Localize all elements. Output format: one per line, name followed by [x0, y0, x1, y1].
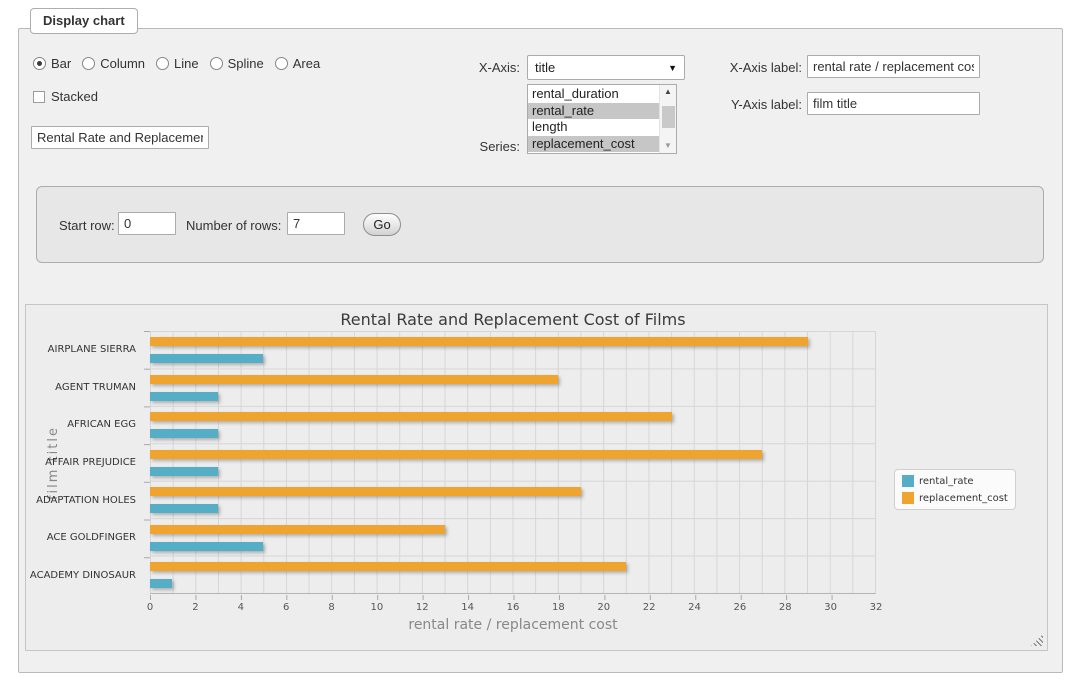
- radio-bar[interactable]: Bar: [33, 56, 71, 71]
- x-tick-label: 22: [643, 602, 656, 613]
- chart-container: Rental Rate and Replacement Cost of Film…: [25, 304, 1048, 651]
- radio-spline[interactable]: Spline: [210, 56, 264, 71]
- radio-area[interactable]: Area: [275, 56, 320, 71]
- chart-title-input[interactable]: [31, 126, 209, 149]
- bar-rental_rate: [150, 392, 218, 401]
- bar-rental_rate: [150, 504, 218, 513]
- category-label: ACADEMY DINOSAUR: [26, 556, 143, 594]
- bar-rental_rate: [150, 429, 218, 438]
- scroll-down-icon[interactable]: ▼: [660, 139, 676, 153]
- bar-replacement_cost: [150, 487, 581, 496]
- plot-area: [150, 331, 876, 594]
- chart-type-radios: Bar Column Line Spline Area: [33, 56, 320, 71]
- series-option-rental_duration[interactable]: rental_duration: [528, 86, 659, 103]
- num-rows-input[interactable]: [287, 212, 345, 235]
- category-labels: AIRPLANE SIERRAAGENT TRUMANAFRICAN EGGAF…: [26, 331, 143, 594]
- fieldset-legend: Display chart: [30, 8, 138, 34]
- x-tick-label: 0: [147, 602, 153, 613]
- x-tick-label: 8: [328, 602, 334, 613]
- x-tick-label: 16: [507, 602, 520, 613]
- row-controls-panel: Start row: Number of rows: Go: [36, 186, 1044, 263]
- stacked-label: Stacked: [51, 89, 98, 104]
- scrollbar-thumb[interactable]: [662, 106, 675, 128]
- legend-swatch: [902, 492, 914, 504]
- x-tick-label: 28: [779, 602, 792, 613]
- series-options: rental_durationrental_ratelengthreplacem…: [528, 85, 659, 153]
- series-option-replacement_cost[interactable]: replacement_cost: [528, 136, 659, 153]
- radio-line[interactable]: Line: [156, 56, 199, 71]
- legend-swatch: [902, 475, 914, 487]
- legend-item-replacement_cost[interactable]: replacement_cost: [902, 492, 1008, 504]
- x-tick-label: 4: [238, 602, 244, 613]
- x-tick-label: 30: [824, 602, 837, 613]
- x-axis-ticks: [150, 595, 877, 600]
- category-label: AFFAIR PREJUDICE: [26, 444, 143, 482]
- series-option-rental_rate[interactable]: rental_rate: [528, 103, 659, 120]
- series-listbox[interactable]: rental_durationrental_ratelengthreplacem…: [527, 84, 677, 154]
- y-axis-text-label: Y-Axis label:: [714, 97, 802, 112]
- radio-column[interactable]: Column: [82, 56, 145, 71]
- category-label: AIRPLANE SIERRA: [26, 331, 143, 369]
- x-tick-label: 12: [416, 602, 429, 613]
- x-axis-select[interactable]: title ▼: [527, 55, 685, 80]
- category-label: AFRICAN EGG: [26, 406, 143, 444]
- start-row-label: Start row:: [59, 218, 115, 233]
- radio-label: Line: [174, 56, 199, 71]
- bar-replacement_cost: [150, 375, 558, 384]
- bar-rental_rate: [150, 579, 172, 588]
- x-tick-label: 14: [461, 602, 474, 613]
- x-axis-title: rental rate / replacement cost: [150, 617, 876, 633]
- radio-label: Bar: [51, 56, 71, 71]
- series-scrollbar[interactable]: ▲ ▼: [659, 85, 676, 153]
- series-option-length[interactable]: length: [528, 119, 659, 136]
- bar-replacement_cost: [150, 412, 672, 421]
- radio-label: Column: [100, 56, 145, 71]
- y-axis-label-input[interactable]: [807, 92, 980, 115]
- category-label: ACE GOLDFINGER: [26, 519, 143, 557]
- radio-circle[interactable]: [275, 57, 288, 70]
- x-tick-label: 24: [688, 602, 701, 613]
- legend-label: replacement_cost: [919, 493, 1008, 504]
- x-axis-text-label: X-Axis label:: [714, 60, 802, 75]
- stacked-checkbox[interactable]: [33, 91, 45, 103]
- resize-handle-icon[interactable]: [1031, 634, 1043, 646]
- x-axis-selected-value: title: [535, 60, 555, 75]
- bar-rental_rate: [150, 354, 263, 363]
- x-axis-label: X-Axis:: [438, 60, 520, 75]
- category-label: AGENT TRUMAN: [26, 369, 143, 407]
- x-axis-label-input[interactable]: [807, 55, 980, 78]
- chart-title: Rental Rate and Replacement Cost of Film…: [150, 310, 876, 329]
- radio-circle[interactable]: [210, 57, 223, 70]
- x-tick-label: 10: [371, 602, 384, 613]
- scroll-up-icon[interactable]: ▲: [660, 85, 676, 99]
- radio-circle[interactable]: [82, 57, 95, 70]
- x-tick-label: 26: [734, 602, 747, 613]
- x-tick-label: 20: [597, 602, 610, 613]
- num-rows-label: Number of rows:: [186, 218, 281, 233]
- x-tick-label: 18: [552, 602, 565, 613]
- x-tick-label: 32: [870, 602, 883, 613]
- series-label: Series:: [438, 139, 520, 154]
- x-tick-label: 6: [283, 602, 289, 613]
- bar-rental_rate: [150, 542, 263, 551]
- radio-circle[interactable]: [156, 57, 169, 70]
- bar-replacement_cost: [150, 337, 808, 346]
- bar-replacement_cost: [150, 562, 626, 571]
- x-tick-labels: 02468101214161820222426283032: [150, 602, 876, 614]
- category-label: ADAPTATION HOLES: [26, 481, 143, 519]
- bar-replacement_cost: [150, 525, 445, 534]
- bar-rental_rate: [150, 467, 218, 476]
- stacked-checkbox-row[interactable]: Stacked: [33, 89, 98, 104]
- start-row-input[interactable]: [118, 212, 176, 235]
- bar-replacement_cost: [150, 450, 762, 459]
- go-button[interactable]: Go: [363, 213, 401, 236]
- radio-circle[interactable]: [33, 57, 46, 70]
- x-tick-label: 2: [192, 602, 198, 613]
- chevron-down-icon: ▼: [668, 63, 677, 73]
- legend-label: rental_rate: [919, 476, 974, 487]
- radio-label: Spline: [228, 56, 264, 71]
- chart-legend: rental_rate replacement_cost: [894, 469, 1016, 510]
- radio-label: Area: [293, 56, 320, 71]
- legend-item-rental_rate[interactable]: rental_rate: [902, 475, 1008, 487]
